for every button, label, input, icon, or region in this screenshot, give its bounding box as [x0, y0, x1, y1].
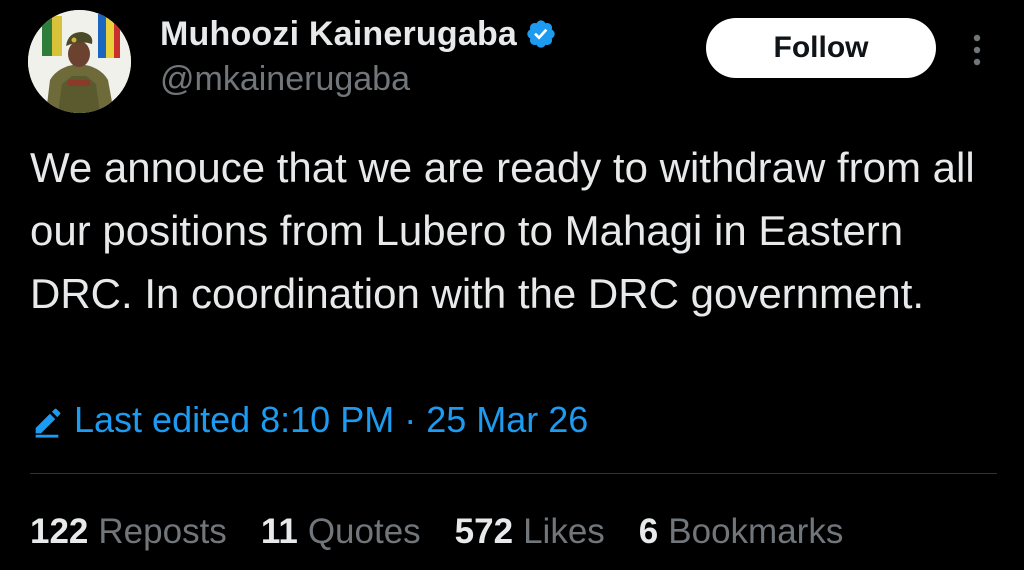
avatar[interactable] [28, 10, 131, 113]
verified-badge-icon[interactable] [525, 18, 557, 50]
bookmarks-label: Bookmarks [668, 512, 844, 551]
author-display-name[interactable]: Muhoozi Kainerugaba [160, 15, 517, 54]
author-handle[interactable]: @mkainerugaba [160, 60, 410, 99]
quotes-stat[interactable]: 11 Quotes [261, 512, 421, 552]
quotes-count: 11 [260, 512, 298, 551]
bookmarks-count: 6 [638, 512, 659, 551]
last-edited-label: Last edited 8:10 PM · 25 Mar 26 [74, 399, 589, 440]
quotes-label: Quotes [307, 512, 421, 551]
bookmarks-stat[interactable]: 6 Bookmarks [639, 512, 844, 552]
likes-stat[interactable]: 572 Likes [455, 512, 605, 552]
likes-label: Likes [523, 512, 605, 551]
reposts-stat[interactable]: 122 Reposts [30, 512, 227, 552]
reposts-label: Reposts [98, 512, 227, 551]
avatar-photo [28, 10, 131, 113]
divider [30, 473, 997, 474]
edit-pencil-icon [30, 405, 64, 439]
tweet-text: We annouce that we are ready to withdraw… [30, 144, 975, 317]
follow-button[interactable]: Follow [706, 18, 936, 78]
more-vertical-icon[interactable] [962, 30, 992, 70]
engagement-stats: 122 Reposts 11 Quotes 572 Likes 6 Bookmarks [30, 508, 843, 556]
last-edited-link[interactable]: Last edited 8:10 PM · 25 Mar 26 [30, 396, 588, 444]
author-name-row: Muhoozi Kainerugaba [160, 12, 557, 56]
reposts-count: 122 [30, 512, 89, 551]
likes-count: 572 [454, 512, 514, 551]
